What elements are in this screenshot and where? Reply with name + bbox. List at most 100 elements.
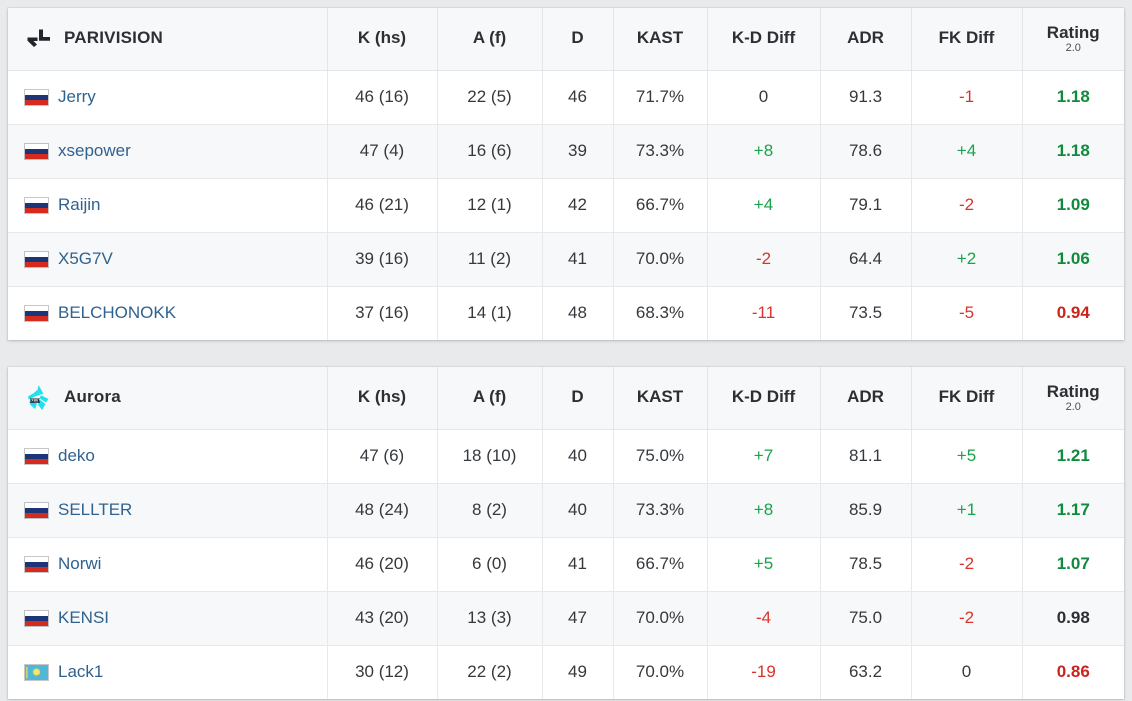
stat-deaths: 40	[542, 429, 614, 484]
player-name-link[interactable]: Norwi	[58, 554, 101, 574]
stat-kd-diff: +7	[707, 429, 821, 484]
stat-kast: 70.0%	[613, 645, 708, 699]
flag-icon-russia	[24, 555, 49, 573]
column-header-kd[interactable]: K-D Diff	[707, 367, 821, 430]
column-header-d[interactable]: D	[542, 8, 614, 71]
column-header-label: Rating	[1046, 22, 1100, 42]
team-stats-table: PARIVISION K (hs) A (f) D KAST K-D Diff ADR FK …	[8, 8, 1124, 340]
stat-adr: 85.9	[820, 483, 912, 538]
column-header-adr[interactable]: ADR	[820, 367, 912, 430]
stat-kills: 47 (4)	[327, 124, 438, 179]
table-row[interactable]: Raijin 46 (21) 12 (1) 42 66.7% +4 79.1 -2 1.09	[8, 178, 1124, 233]
stat-rating: 0.86	[1056, 662, 1090, 682]
column-header-kast[interactable]: KAST	[613, 8, 708, 71]
table-row[interactable]: BELCHONOKK 37 (16) 14 (1) 48 68.3% -11 73.5 -5 0…	[8, 286, 1124, 340]
stat-rating-cell: 1.18	[1022, 70, 1124, 125]
table-row[interactable]: Lack1 30 (12) 22 (2) 49 70.0% -19 63.2 0 0.86	[8, 645, 1124, 699]
team-header-cell[interactable]: 1XBET Aurora	[8, 367, 328, 430]
column-header-sublabel: 2.0	[1065, 41, 1081, 54]
player-name-link[interactable]: Jerry	[58, 87, 96, 107]
player-cell: Norwi	[8, 537, 328, 592]
player-name-link[interactable]: X5G7V	[58, 249, 113, 269]
player-name-link[interactable]: xsepower	[58, 141, 131, 161]
stat-kast: 68.3%	[613, 286, 708, 340]
stat-rating: 1.09	[1056, 195, 1090, 214]
stats-header-row: PARIVISION K (hs) A (f) D KAST K-D Diff ADR FK …	[8, 8, 1124, 71]
stat-adr: 78.6	[820, 124, 912, 179]
column-header-a[interactable]: A (f)	[437, 367, 543, 430]
stat-rating: 1.21	[1056, 446, 1090, 465]
flag-icon-russia	[24, 447, 49, 465]
player-cell: Jerry	[8, 70, 328, 125]
column-header-sublabel: 2.0	[1065, 400, 1081, 413]
team-header-cell[interactable]: PARIVISION	[8, 8, 328, 71]
stat-assists: 18 (10)	[437, 429, 543, 484]
stat-kast: 73.3%	[613, 124, 708, 179]
player-cell: Lack1	[8, 645, 328, 699]
column-header-adr[interactable]: ADR	[820, 8, 912, 71]
stat-rating: 1.17	[1056, 500, 1090, 519]
table-row[interactable]: X5G7V 39 (16) 11 (2) 41 70.0% -2 64.4 +2 1.06	[8, 232, 1124, 287]
svg-text:1XBET: 1XBET	[29, 398, 41, 402]
stat-rating: 0.98	[1056, 608, 1090, 627]
stat-kast: 70.0%	[613, 591, 708, 646]
stat-rating: 1.18	[1056, 141, 1090, 160]
stat-assists: 16 (6)	[437, 124, 543, 179]
column-header-label: FK Diff	[938, 387, 995, 407]
stat-rating: 0.94	[1056, 303, 1090, 323]
stat-adr: 91.3	[820, 70, 912, 125]
stat-fk-diff: +1	[911, 483, 1023, 538]
player-name-link[interactable]: BELCHONOKK	[58, 303, 176, 323]
stat-fk-diff: -2	[911, 537, 1023, 592]
player-name-link[interactable]: KENSI	[58, 608, 109, 628]
player-cell: Raijin	[8, 178, 328, 233]
table-row[interactable]: SELLTER 48 (24) 8 (2) 40 73.3% +8 85.9 +1 1.17	[8, 483, 1124, 538]
stat-kast: 70.0%	[613, 232, 708, 287]
flag-icon-russia	[24, 609, 49, 627]
stat-kast: 71.7%	[613, 70, 708, 125]
column-header-k[interactable]: K (hs)	[327, 367, 438, 430]
column-header-kast[interactable]: KAST	[613, 367, 708, 430]
player-name-link[interactable]: deko	[58, 446, 95, 466]
stat-kd-diff: -11	[707, 286, 821, 340]
column-header-k[interactable]: K (hs)	[327, 8, 438, 71]
table-row[interactable]: Norwi 46 (20) 6 (0) 41 66.7% +5 78.5 -2 1.07	[8, 537, 1124, 592]
table-row[interactable]: deko 47 (6) 18 (10) 40 75.0% +7 81.1 +5 1.21	[8, 429, 1124, 484]
stat-kd-diff: -19	[707, 645, 821, 699]
column-header-label: K (hs)	[357, 28, 407, 48]
stat-kd-diff: -4	[707, 591, 821, 646]
flag-icon-kazakhstan	[24, 663, 49, 681]
table-row[interactable]: xsepower 47 (4) 16 (6) 39 73.3% +8 78.6 +4 1.18	[8, 124, 1124, 179]
table-row[interactable]: KENSI 43 (20) 13 (3) 47 70.0% -4 75.0 -2 0.98	[8, 591, 1124, 646]
stats-header-row: 1XBET Aurora K (hs) A (f) D KAST K-D Diff ADR FK…	[8, 367, 1124, 430]
column-header-label: KAST	[636, 387, 684, 407]
column-header-rating[interactable]: Rating 2.0	[1022, 367, 1124, 430]
column-header-label: A (f)	[472, 387, 507, 407]
player-name-link[interactable]: Raijin	[58, 195, 101, 215]
column-header-label: K-D Diff	[731, 387, 796, 407]
player-name-link[interactable]: SELLTER	[58, 500, 132, 520]
column-header-fk[interactable]: FK Diff	[911, 367, 1023, 430]
stat-rating: 1.06	[1056, 249, 1090, 268]
stat-kast: 75.0%	[613, 429, 708, 484]
column-header-fk[interactable]: FK Diff	[911, 8, 1023, 71]
player-cell: X5G7V	[8, 232, 328, 287]
flag-icon-russia	[24, 501, 49, 519]
team-name: Aurora	[64, 387, 121, 407]
flag-icon-russia	[24, 196, 49, 214]
stat-kills: 39 (16)	[327, 232, 438, 287]
team-stats-table: 1XBET Aurora K (hs) A (f) D KAST K-D Diff ADR FK…	[8, 367, 1124, 699]
column-header-a[interactable]: A (f)	[437, 8, 543, 71]
stat-rating-cell: 1.17	[1022, 483, 1124, 538]
player-name-link[interactable]: Lack1	[58, 662, 103, 682]
column-header-rating[interactable]: Rating 2.0	[1022, 8, 1124, 71]
column-header-d[interactable]: D	[542, 367, 614, 430]
aurora-logo: 1XBET	[28, 384, 49, 410]
stat-fk-diff: -5	[911, 286, 1023, 340]
table-row[interactable]: Jerry 46 (16) 22 (5) 46 71.7% 0 91.3 -1 1.18	[8, 70, 1124, 125]
match-stats-page: PARIVISION K (hs) A (f) D KAST K-D Diff ADR FK …	[0, 0, 1132, 701]
stat-deaths: 39	[542, 124, 614, 179]
column-header-kd[interactable]: K-D Diff	[707, 8, 821, 71]
stat-rating-cell: 1.21	[1022, 429, 1124, 484]
stat-rating-cell: 0.94	[1022, 286, 1124, 340]
